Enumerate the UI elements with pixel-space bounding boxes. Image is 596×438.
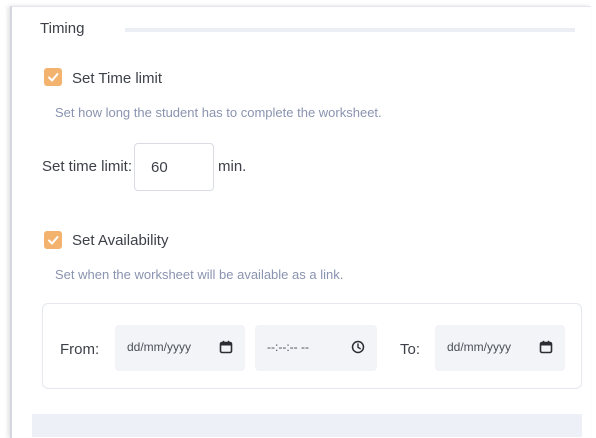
from-date-placeholder: dd/mm/yyyy <box>127 340 192 354</box>
to-label: To: <box>400 341 421 358</box>
clock-icon[interactable] <box>351 340 365 354</box>
from-label: From: <box>60 341 100 358</box>
calendar-icon[interactable] <box>219 340 233 354</box>
from-time-placeholder: --:--:-- -- <box>267 340 309 354</box>
to-date-input[interactable]: dd/mm/yyyy <box>435 325 565 371</box>
time-limit-unit: min. <box>218 158 247 175</box>
time-limit-checkbox[interactable] <box>44 68 62 86</box>
time-limit-field-label: Set time limit: <box>42 158 133 175</box>
to-date-placeholder: dd/mm/yyyy <box>447 340 512 354</box>
availability-help-text: Set when the worksheet will be available… <box>55 267 344 282</box>
next-section-bar <box>32 414 582 437</box>
section-divider <box>125 28 575 32</box>
checkmark-icon <box>48 236 59 245</box>
availability-checkbox-label[interactable]: Set Availability <box>72 232 168 249</box>
checkmark-icon <box>48 73 59 82</box>
from-date-input[interactable]: dd/mm/yyyy <box>115 325 245 371</box>
availability-checkbox[interactable] <box>44 231 62 249</box>
time-limit-help-text: Set how long the student has to complete… <box>55 105 382 120</box>
section-title-timing: Timing <box>40 20 85 37</box>
time-limit-checkbox-label[interactable]: Set Time limit <box>72 70 162 87</box>
calendar-icon[interactable] <box>539 340 553 354</box>
from-time-input[interactable]: --:--:-- -- <box>255 325 377 371</box>
time-limit-input[interactable] <box>134 143 214 191</box>
